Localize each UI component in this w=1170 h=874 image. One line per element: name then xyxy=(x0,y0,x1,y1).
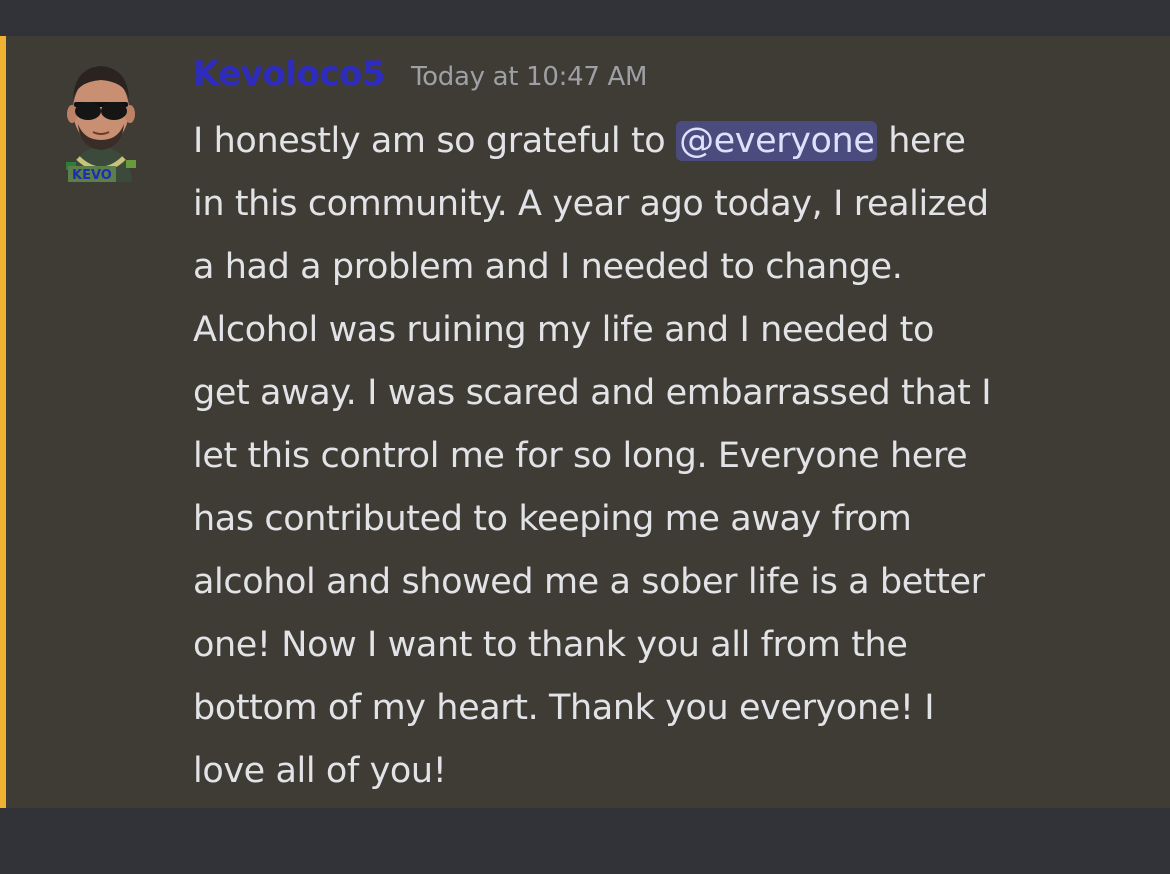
message-line: Alcohol was ruining my life and I needed… xyxy=(193,310,934,350)
message-content: I honestly am so grateful to @everyone h… xyxy=(193,110,1143,803)
avatar-badge-text: KEVO xyxy=(72,168,112,183)
avatar-icon: KEVO xyxy=(66,66,136,183)
message-line: love all of you! xyxy=(193,751,447,791)
message-line: I honestly am so grateful to @everyone h… xyxy=(193,110,1143,173)
message-text: I honestly am so grateful to xyxy=(193,121,677,161)
chat-message[interactable]: KEVO Kevoloco5 Today at 10:47 AM I hones… xyxy=(0,36,1170,808)
message-line: bottom of my heart. Thank you everyone! … xyxy=(193,688,935,728)
top-background xyxy=(0,0,1170,36)
mention-highlight-bar xyxy=(0,36,6,808)
message-line: one! Now I want to thank you all from th… xyxy=(193,625,908,665)
message-line: in this community. A year ago today, I r… xyxy=(193,184,989,224)
message-timestamp[interactable]: Today at 10:47 AM xyxy=(411,62,647,92)
everyone-mention[interactable]: @everyone xyxy=(676,121,878,161)
message-line: alcohol and showed me a sober life is a … xyxy=(193,562,985,602)
message-header: Kevoloco5 Today at 10:47 AM xyxy=(193,54,647,100)
author-username[interactable]: Kevoloco5 xyxy=(193,54,386,94)
user-avatar[interactable]: KEVO xyxy=(56,54,146,184)
bottom-background xyxy=(0,808,1170,874)
message-line: has contributed to keeping me away from xyxy=(193,499,912,539)
message-line: let this control me for so long. Everyon… xyxy=(193,436,968,476)
message-line: a had a problem and I needed to change. xyxy=(193,247,903,287)
message-text: here xyxy=(877,121,966,161)
message-line: get away. I was scared and embarrassed t… xyxy=(193,373,992,413)
